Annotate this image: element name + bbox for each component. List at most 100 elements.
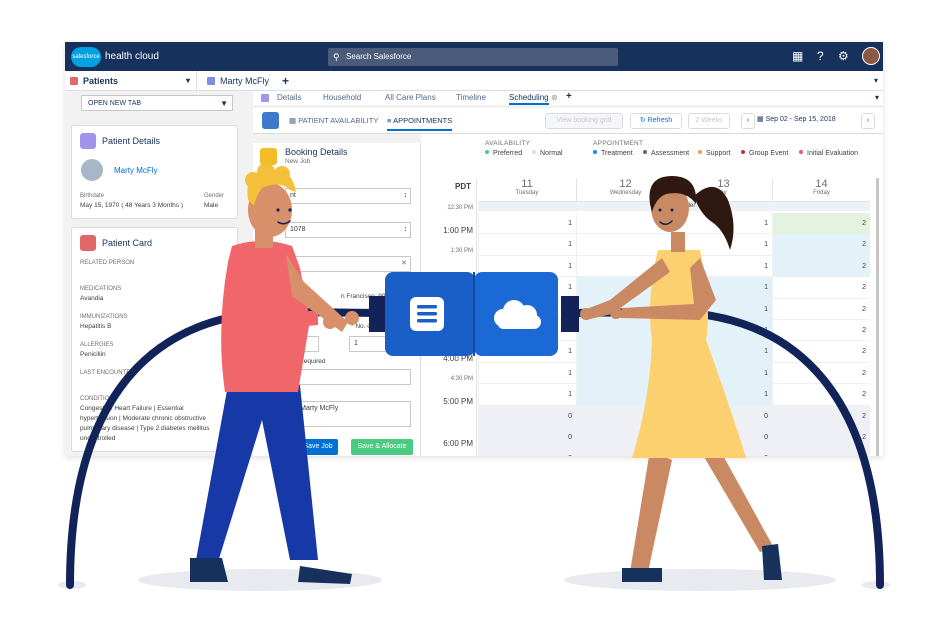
normal-dot [532,150,536,154]
legend-label: Initial Evaluation [807,150,858,157]
legend-label: Preferred [493,150,523,157]
next-icon[interactable]: › [861,113,875,129]
search-placeholder: Search Salesforce [346,52,412,61]
record-icon [261,94,269,102]
legend-assessment: Assessment [643,150,689,157]
patients-icon [70,77,78,85]
global-header: salesforce health cloud ⚲ Search Salesfo… [65,42,883,71]
condition-line: Congestive Heart Failure | Essential [80,405,184,412]
patient-details-icon [80,133,96,149]
day-number: 14 [815,178,828,190]
refresh-button[interactable]: ↻ Refresh [630,113,682,129]
tab-household[interactable]: Household [323,93,361,102]
left-plug-collar [369,296,387,332]
time-label: 4:30 PM [450,376,473,382]
tab-timeline[interactable]: Timeline [456,93,486,102]
add-tab-button[interactable]: + [282,71,289,91]
day-number: 11 [521,178,533,190]
refresh-label: Refresh [647,117,673,124]
slot-count: 1 [568,369,572,377]
scheduler-icon [262,112,279,129]
refresh-icon: ↻ [639,117,646,124]
user-avatar[interactable] [862,47,880,65]
clear-icon[interactable]: ✕ [401,257,407,271]
chevron-down-icon[interactable]: ▾ [874,71,878,91]
patient-name-link[interactable]: Marty McFly [114,166,158,175]
legend-preferred: Preferred [485,150,522,157]
slot-count: 2 [862,412,866,420]
view-booking-grid-button[interactable]: View booking grid [545,113,623,129]
slot-count: 0 [568,434,572,441]
right-plug-collar [561,296,579,332]
weeks-select[interactable]: 2 Weeks [688,113,730,129]
related-person-label: RELATED PERSON [80,260,135,266]
legend-normal: Normal [532,150,563,157]
tab-marty-mcfly[interactable]: Marty McFly [207,71,277,91]
gender-value: Male [204,202,219,209]
slot-count: 1 [568,262,572,270]
scrollbar[interactable] [876,178,879,456]
tab-appointments[interactable]: ≡ APPOINTMENTS [387,116,453,131]
patient-details-title: Patient Details [102,136,161,146]
group-event-dot [741,150,745,154]
availability-legend-title: AVAILABILITY [485,140,531,147]
slot-count: 1 [764,241,768,249]
date-range-label: Sep 02 - Sep 15, 2018 [765,116,836,123]
birthdate-value: May 15, 1970 ( 48 Years 3 Months ) [80,202,183,209]
avatar [81,159,103,181]
global-search-input[interactable]: ⚲ Search Salesforce [328,48,618,66]
left-column: OPEN NEW TAB ▼ Patient Details Marty McF… [65,91,245,456]
immunizations-value: Hepatitis B [80,323,112,330]
chevron-down-icon[interactable]: ▾ [186,71,190,91]
setup-gear-icon[interactable]: ⚙ [838,49,849,63]
field-2-value: 1078 [290,226,306,233]
day-name: Friday [813,190,830,196]
birthdate-label: Birthdate [80,193,105,199]
close-tab-icon[interactable]: ⊗ [551,93,558,102]
booking-field-2[interactable]: 1078 ↕ [285,222,411,238]
tab-scheduling[interactable]: Scheduling [509,93,549,105]
legend-group-event: Group Event [741,150,788,157]
scheduling-toolbar: ▦ PATIENT AVAILABILITY ≡ APPOINTMENTS Vi… [253,108,883,134]
add-subtab-button[interactable]: + [566,91,572,102]
calendar-icon: ▦ [289,116,297,125]
tab-details[interactable]: Details [277,93,301,102]
booking-field-3[interactable]: y✕ [285,256,411,272]
patient-card: Patient Card RELATED PERSON MEDICATIONS … [71,227,238,452]
support-dot [698,150,702,154]
slot-count: 2 [862,327,866,334]
patient-icon [207,77,215,85]
day-name: Tuesday [515,190,539,196]
tab-all-care-plans[interactable]: All Care Plans [385,93,436,102]
slot-count: 2 [862,391,866,399]
timezone-label: PDT [455,182,471,191]
medications-label: MEDICATIONS [80,286,122,292]
save-allocate-button[interactable]: Save & Allocate [351,439,413,455]
app-launcher-icon[interactable]: ▦ [792,49,803,63]
record-tabs: Details Household All Care Plans Timelin… [253,91,883,105]
calendar-icon: ▦ [757,116,764,123]
health-cloud-window: salesforce health cloud ⚲ Search Salesfo… [65,42,883,456]
tab-patients[interactable]: Patients ▾ [70,71,197,91]
legend-treatment: Treatment [593,150,633,157]
previous-icon[interactable]: ‹ [741,113,755,129]
slot-count: 1 [568,284,572,292]
assessment-dot [643,150,647,154]
help-icon[interactable]: ? [817,49,824,63]
app-name: health cloud [105,51,159,62]
dropdown-label: OPEN NEW TAB [88,100,142,107]
stepper-icon: ↕ [403,226,408,233]
booking-icon [260,148,277,165]
open-new-tab-dropdown[interactable]: OPEN NEW TAB ▼ [81,95,233,111]
salesforce-logo: salesforce [71,47,101,67]
patient-card-title: Patient Card [102,238,153,248]
time-label: 1:00 PM [443,226,473,235]
minutes-field[interactable] [285,369,411,385]
legend-label: Normal [540,150,563,157]
booking-field-1[interactable]: nt ↕ [285,188,411,204]
num-value: 1 [354,340,358,347]
tab-patient-availability[interactable]: ▦ PATIENT AVAILABILITY [289,116,378,125]
legend-label: Group Event [749,150,789,157]
chevron-down-icon[interactable]: ▾ [875,93,879,102]
slot-count: 1 [764,262,768,270]
